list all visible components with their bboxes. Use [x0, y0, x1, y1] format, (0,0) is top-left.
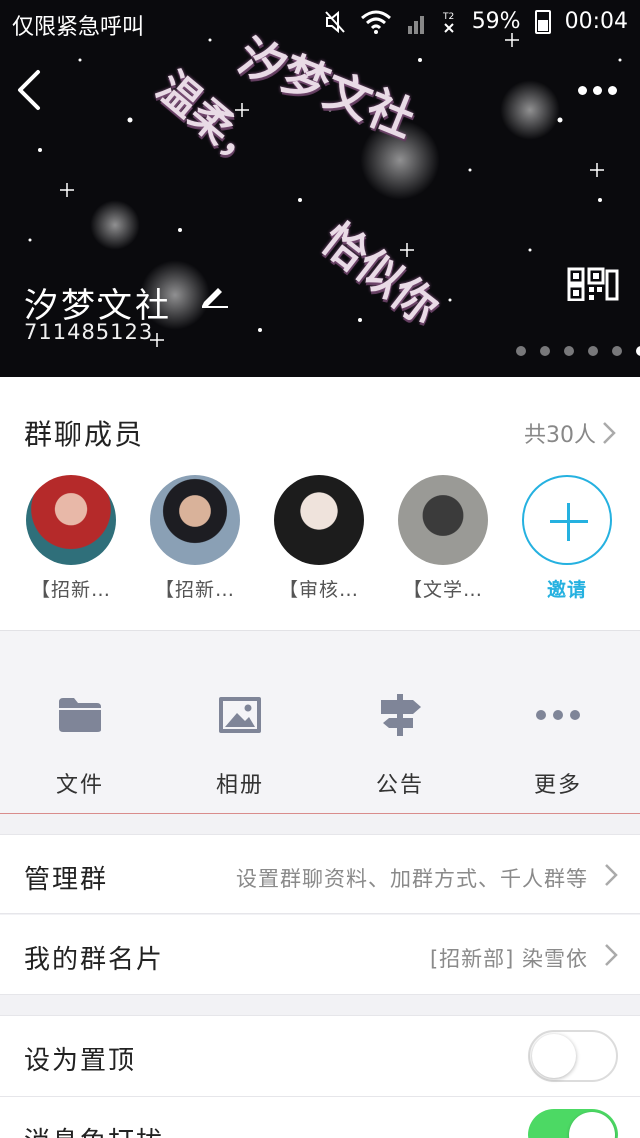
files-button[interactable]: 文件: [20, 691, 140, 799]
invite-button[interactable]: 邀请: [520, 475, 614, 602]
member-item[interactable]: 【招新…: [148, 475, 242, 602]
edit-icon[interactable]: [198, 280, 230, 308]
do-not-disturb-toggle[interactable]: [528, 1109, 618, 1138]
more-horizontal-icon: [536, 710, 580, 720]
mute-icon: [324, 10, 345, 33]
chevron-right-icon: [605, 944, 618, 966]
member-name: 【文学…: [402, 579, 483, 601]
sim2-icon: T2: [442, 12, 454, 33]
folder-icon: [59, 698, 101, 732]
member-name: 【招新…: [154, 579, 235, 601]
group-id: 711485123: [24, 320, 154, 344]
banner-page-indicator: [516, 346, 640, 356]
member-item[interactable]: 【文学…: [396, 475, 490, 602]
battery-icon: [534, 9, 551, 34]
do-not-disturb-row: 消息免打扰: [0, 1097, 640, 1138]
member-item[interactable]: 【审核…: [272, 475, 366, 602]
qr-code-icon[interactable]: [567, 267, 619, 301]
chevron-right-icon: [605, 864, 618, 886]
wifi-icon: [360, 10, 391, 34]
members-section: 群聊成员 共30人 【招新… 【招新… 【审核… 【文学… 邀请: [0, 377, 640, 630]
svg-text:T2: T2: [442, 12, 454, 22]
avatar: [150, 475, 240, 565]
invite-label: 邀请: [546, 579, 587, 601]
group-card-value: [招新部] 染雪依: [429, 947, 588, 971]
member-item[interactable]: 【招新…: [24, 475, 118, 602]
signal-icon: [407, 15, 424, 34]
announcement-label: 公告: [375, 773, 424, 798]
manage-group-label: 管理群: [24, 865, 109, 895]
status-bar: 仅限紧急呼叫 T2 59% 00:04: [0, 0, 640, 46]
album-button[interactable]: 相册: [180, 691, 300, 799]
carrier-text: 仅限紧急呼叫: [12, 15, 145, 40]
avatar: [26, 475, 116, 565]
album-label: 相册: [215, 773, 264, 798]
back-icon[interactable]: [12, 68, 52, 112]
add-icon: [522, 475, 612, 565]
do-not-disturb-label: 消息免打扰: [24, 1121, 164, 1138]
member-name: 【审核…: [278, 579, 359, 601]
signpost-icon: [381, 694, 421, 736]
status-icons: T2 59% 00:04: [324, 9, 628, 34]
more-menu-icon[interactable]: [578, 80, 622, 100]
pin-top-label: 设为置顶: [24, 1046, 137, 1076]
more-button[interactable]: 更多: [498, 691, 618, 799]
image-icon: [219, 697, 261, 733]
members-count: 共30人: [524, 423, 596, 448]
manage-group-row[interactable]: 管理群 设置群聊资料、加群方式、千人群等: [0, 834, 640, 914]
chevron-right-icon: [603, 422, 616, 444]
avatar: [274, 475, 364, 565]
members-title: 群聊成员: [24, 418, 145, 451]
member-name: 【招新…: [30, 579, 111, 601]
clock: 00:04: [564, 9, 628, 34]
members-count-link[interactable]: 共30人: [524, 417, 616, 449]
avatar: [398, 475, 488, 565]
group-banner[interactable]: 汐梦文社 温柔， 恰似你 仅限紧急呼叫 T2 59% 00:04 汐梦文社 71…: [0, 0, 640, 377]
battery-percent: 59%: [471, 9, 521, 34]
files-label: 文件: [55, 773, 104, 798]
pin-top-toggle[interactable]: [528, 1030, 618, 1082]
quick-actions: 文件 相册 公告 更多: [0, 630, 640, 814]
manage-group-value: 设置群聊资料、加群方式、千人群等: [236, 867, 588, 891]
more-label: 更多: [533, 773, 582, 798]
announcement-button[interactable]: 公告: [340, 691, 460, 799]
group-card-label: 我的群名片: [24, 945, 165, 975]
pin-top-row: 设为置顶: [0, 1015, 640, 1097]
group-card-row[interactable]: 我的群名片 [招新部] 染雪依: [0, 915, 640, 995]
